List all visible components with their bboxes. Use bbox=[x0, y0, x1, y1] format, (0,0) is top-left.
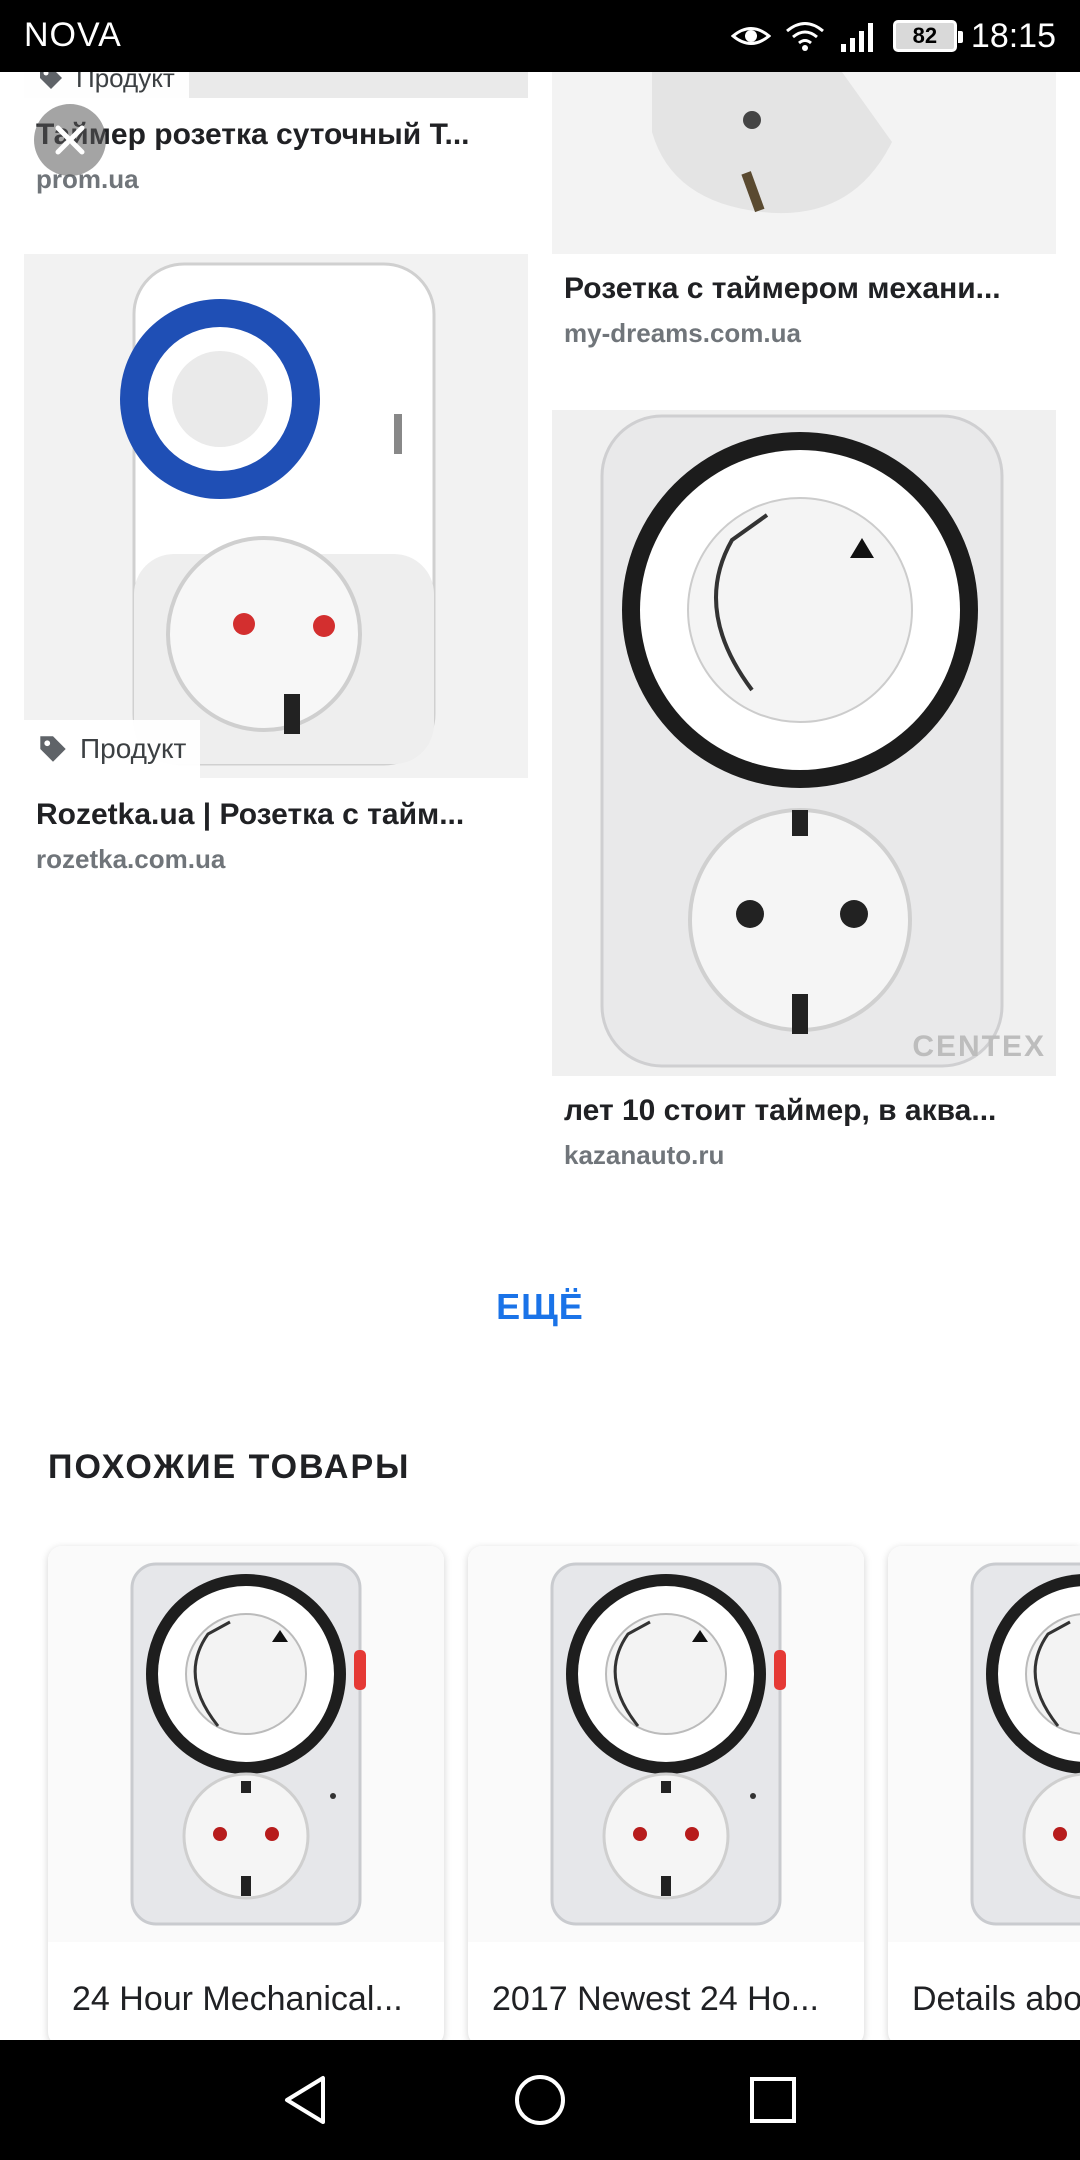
clock: 18:15 bbox=[970, 16, 1056, 55]
product-image[interactable] bbox=[888, 1546, 1080, 1942]
close-button[interactable] bbox=[34, 104, 106, 176]
image-result[interactable]: Продукт Rozetka.ua | Розетка с тайм... r… bbox=[24, 254, 528, 894]
image-result[interactable]: Розетка с таймером механи... my-dreams.c… bbox=[552, 72, 1056, 362]
navigation-bar bbox=[0, 2040, 1080, 2160]
product-card[interactable]: Details abo bbox=[888, 1546, 1080, 2046]
result-source[interactable]: kazanauto.ru bbox=[564, 1140, 724, 1171]
similar-products-heading: ПОХОЖИЕ ТОВАРЫ bbox=[48, 1448, 411, 1486]
timer-socket-image bbox=[600, 414, 1004, 1068]
result-source[interactable]: my-dreams.com.ua bbox=[564, 318, 801, 349]
tag-label: Продукт bbox=[80, 733, 187, 764]
timer-socket-image bbox=[120, 262, 436, 766]
socket-image bbox=[652, 72, 892, 214]
result-thumbnail[interactable] bbox=[24, 254, 528, 778]
tag-icon bbox=[40, 736, 66, 762]
result-thumbnail[interactable]: CENTEX bbox=[552, 410, 1056, 1076]
result-title[interactable]: Rozetka.ua | Розетка с тайм... bbox=[36, 798, 526, 832]
product-title[interactable]: Details abo bbox=[912, 1980, 1080, 2019]
product-image[interactable] bbox=[48, 1546, 444, 1942]
battery-icon: 82 bbox=[892, 20, 963, 52]
home-icon[interactable] bbox=[512, 2072, 568, 2128]
carrier-name: NOVA bbox=[24, 16, 122, 54]
eye-icon bbox=[730, 27, 771, 45]
product-image[interactable] bbox=[468, 1546, 864, 1942]
wifi-icon bbox=[785, 22, 824, 51]
result-title[interactable]: Таймер розетка суточный Т... bbox=[36, 118, 526, 152]
more-button[interactable]: ЕЩЁ bbox=[0, 1286, 1080, 1328]
status-icons: 82 18:15 bbox=[730, 12, 1056, 60]
close-icon bbox=[55, 125, 85, 155]
status-bar: NOVA 82 18:15 bbox=[0, 0, 1080, 72]
product-card[interactable]: 2017 Newest 24 Ho... bbox=[468, 1546, 864, 2046]
image-result[interactable]: CENTEX лет 10 стоит таймер, в аква... ka… bbox=[552, 410, 1056, 1180]
recents-icon[interactable] bbox=[745, 2072, 801, 2128]
result-title[interactable]: Розетка с таймером механи... bbox=[564, 272, 1054, 306]
product-title[interactable]: 24 Hour Mechanical... bbox=[72, 1980, 424, 2019]
product-tag: Продукт bbox=[24, 720, 201, 778]
signal-icon bbox=[840, 23, 873, 52]
result-title[interactable]: лет 10 стоит таймер, в аква... bbox=[564, 1094, 1054, 1128]
product-title[interactable]: 2017 Newest 24 Ho... bbox=[492, 1980, 844, 2019]
result-source[interactable]: rozetka.com.ua bbox=[36, 844, 225, 875]
battery-level: 82 bbox=[912, 23, 938, 48]
watermark: CENTEX bbox=[912, 1030, 1046, 1063]
product-card[interactable]: 24 Hour Mechanical... bbox=[48, 1546, 444, 2046]
result-thumbnail[interactable] bbox=[552, 72, 1056, 254]
back-icon[interactable] bbox=[279, 2072, 335, 2128]
